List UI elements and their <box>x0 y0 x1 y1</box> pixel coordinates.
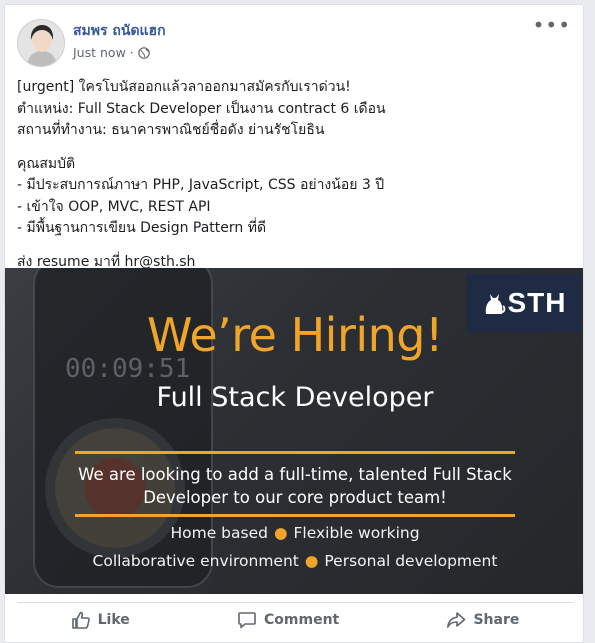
share-button[interactable]: Share <box>426 606 539 634</box>
description-line: Developer to our core product team! <box>143 488 447 507</box>
author-name[interactable]: สมพร ถนัดแฮก <box>73 20 166 42</box>
action-bar: Like Comment Share <box>17 602 573 636</box>
avatar[interactable] <box>17 19 65 67</box>
share-arrow-icon <box>447 611 466 628</box>
description: We are looking to add a full-time, talen… <box>5 463 583 509</box>
share-label: Share <box>473 611 520 628</box>
perk: Home based <box>170 524 268 542</box>
headline: We’re Hiring! <box>147 308 443 362</box>
perks-row: Collaborative environment ● Personal devel… <box>5 552 583 570</box>
post-timestamp[interactable]: Just now <box>73 45 126 60</box>
post-card: สมพร ถนัดแฮก Just now · ••• [urgent] ใคร… <box>4 4 584 643</box>
perk: Collaborative environment <box>92 552 299 570</box>
post-meta: Just now · <box>73 45 150 60</box>
perks-row: Home based ● Flexible working <box>5 524 583 542</box>
description-line: We are looking to add a full-time, talen… <box>78 465 512 484</box>
post-line: - มีพื้นฐานการเขียน Design Pattern ที่ดี <box>17 220 267 236</box>
more-options-icon[interactable]: ••• <box>533 15 571 35</box>
like-label: Like <box>97 611 130 628</box>
avatar-photo <box>18 20 64 66</box>
divider <box>75 451 515 454</box>
like-button[interactable]: Like <box>51 606 150 634</box>
perk: Personal development <box>324 552 498 570</box>
comment-icon <box>238 611 256 628</box>
post-line: สถานที่ทำงาน: ธนาคารพาณิชย์ชื่อดัง ย่านร… <box>17 122 325 138</box>
perk: Flexible working <box>293 524 420 542</box>
bullet-icon: ● <box>273 524 288 542</box>
bullet-icon: ● <box>304 552 319 570</box>
meta-separator: · <box>129 45 134 60</box>
comment-button[interactable]: Comment <box>217 606 359 634</box>
post-line: คุณสมบัติ <box>17 155 76 172</box>
comment-label: Comment <box>264 611 340 628</box>
divider <box>75 514 515 517</box>
post-line: - เข้าใจ OOP, MVC, REST API <box>17 198 211 215</box>
role-title: Full Stack Developer <box>156 382 434 413</box>
hiring-image[interactable]: 00:09:51 STH We’re Hiring! Full Stack De… <box>5 268 583 594</box>
post-line: [urgent] ใครโบนัสออกแล้วลาออกมาสมัครกับเ… <box>17 79 351 95</box>
globe-icon[interactable] <box>137 46 150 59</box>
post-line: ตำแหน่ง: Full Stack Developer เป็นงาน co… <box>17 100 386 117</box>
post-line: - มีประสบการณ์ภาษา PHP, JavaScript, CSS … <box>17 177 385 193</box>
post-text: [urgent] ใครโบนัสออกแล้วลาออกมาสมัครกับเ… <box>17 77 573 273</box>
thumbs-up-icon <box>71 611 90 629</box>
